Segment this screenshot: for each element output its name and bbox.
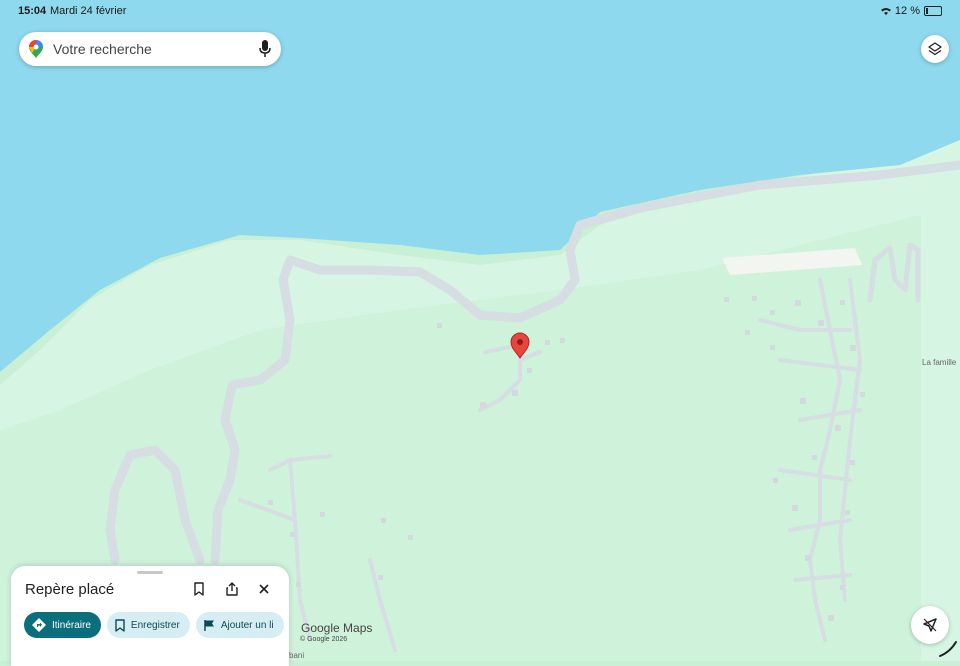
save-button[interactable]: Enregistrer [106, 612, 190, 638]
bookmark-icon [115, 618, 125, 632]
status-indicators: 12 % [880, 5, 942, 17]
map-place-label[interactable]: La famille [922, 358, 956, 367]
flag-icon [204, 619, 214, 631]
add-label-button[interactable]: Ajouter un li [195, 612, 284, 638]
location-arrow-icon [923, 618, 937, 632]
wifi-icon [880, 8, 891, 15]
save-label: Enregistrer [130, 619, 180, 631]
battery-icon [924, 6, 942, 16]
resize-corner-icon [939, 641, 957, 657]
my-location-button[interactable] [911, 606, 949, 644]
search-bar[interactable] [19, 32, 281, 66]
copyright-notice: © Google 2026 [300, 636, 348, 643]
battery-level: 12 % [894, 5, 920, 17]
layers-icon [928, 42, 942, 56]
map-place-label-bottom[interactable]: bani [289, 651, 304, 660]
share-icon [226, 582, 238, 596]
close-icon [259, 584, 269, 594]
search-input[interactable] [51, 40, 245, 58]
map-canvas[interactable] [0, 0, 960, 661]
status-time: 15:04 [18, 5, 47, 17]
dropped-pin-sheet: Repère placé Itinéraire Enregistrer Ajou… [11, 566, 289, 666]
map-pin-icon [29, 40, 43, 58]
google-maps-watermark: Google Maps [301, 621, 372, 635]
directions-icon [32, 618, 46, 632]
watermark-google: Google [301, 621, 340, 635]
close-button[interactable] [253, 578, 275, 600]
layers-button[interactable] [921, 35, 949, 63]
status-bar: 15:04 Mardi 24 février 12 % [0, 0, 960, 22]
land-strip-right [921, 200, 960, 661]
sheet-drag-handle[interactable] [137, 571, 163, 574]
watermark-maps: Maps [343, 621, 373, 635]
bookmark-icon [194, 582, 204, 596]
sheet-title: Repère placé [25, 581, 115, 598]
bookmark-button[interactable] [188, 578, 210, 600]
microphone-icon[interactable] [259, 40, 271, 58]
directions-button[interactable]: Itinéraire [24, 612, 101, 638]
share-button[interactable] [221, 578, 243, 600]
directions-label: Itinéraire [52, 619, 91, 631]
add-label-label: Ajouter un li [220, 619, 274, 631]
sheet-actions: Itinéraire Enregistrer Ajouter un li [24, 612, 284, 638]
status-date: Mardi 24 février [50, 5, 127, 17]
